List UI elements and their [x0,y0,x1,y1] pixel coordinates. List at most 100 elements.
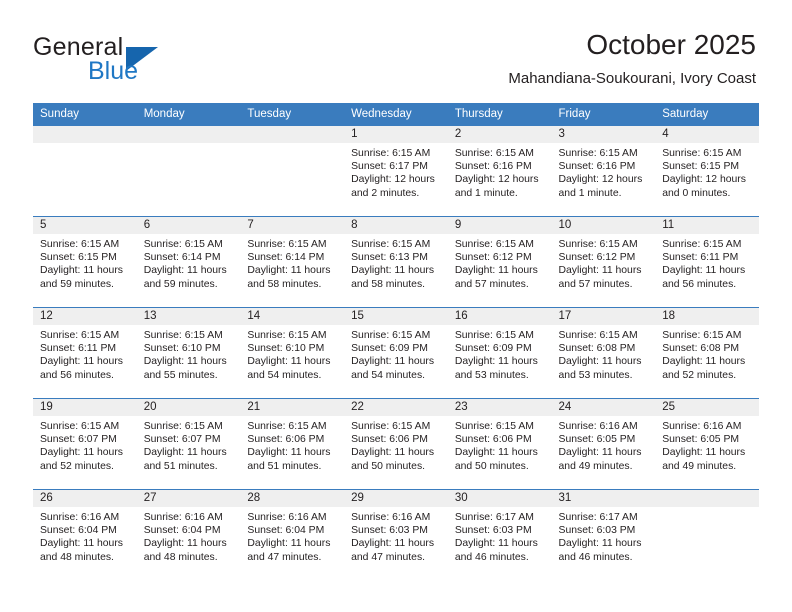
sunrise-text: Sunrise: 6:15 AM [558,148,638,159]
calendar-day-cell[interactable]: 24 Sunrise: 6:16 AM Sunset: 6:05 PM Dayl… [551,398,656,490]
sunrise-text: Sunrise: 6:15 AM [351,421,431,432]
title-block: October 2025 Mahandiana-Soukourani, Ivor… [508,28,756,88]
sunset-text: Sunset: 6:16 PM [454,161,532,173]
daybox [33,126,137,216]
calendar-day-cell[interactable]: 13 Sunrise: 6:15 AM Sunset: 6:10 PM Dayl… [136,307,241,399]
daybox: 17 Sunrise: 6:15 AM Sunset: 6:08 PM Dayl… [551,308,656,398]
daylight-text-line2: and 50 minutes. [351,460,426,472]
calendar-day-cell[interactable]: 9 Sunrise: 6:15 AM Sunset: 6:12 PM Dayli… [447,216,552,308]
calendar-day-cell[interactable]: 18 Sunrise: 6:15 AM Sunset: 6:08 PM Dayl… [655,307,759,399]
calendar-day-cell[interactable]: 16 Sunrise: 6:15 AM Sunset: 6:09 PM Dayl… [447,307,552,399]
daylight-text-line1: Daylight: 11 hours [558,538,642,550]
calendar-day-cell[interactable]: 8 Sunrise: 6:15 AM Sunset: 6:13 PM Dayli… [344,216,448,308]
daybox: 2 Sunrise: 6:15 AM Sunset: 6:16 PM Dayli… [447,126,552,216]
calendar-day-cell[interactable]: 10 Sunrise: 6:15 AM Sunset: 6:12 PM Dayl… [551,216,656,308]
daylight-text-line1: Daylight: 11 hours [454,356,538,368]
calendar-day-cell[interactable]: 23 Sunrise: 6:15 AM Sunset: 6:06 PM Dayl… [447,398,552,490]
daylight-text-line1: Daylight: 11 hours [454,265,538,277]
day-details [137,143,241,147]
day-number: 30 [447,490,552,507]
calendar-day-cell[interactable]: 31 Sunrise: 6:17 AM Sunset: 6:03 PM Dayl… [551,489,656,580]
daylight-text-line1: Daylight: 11 hours [351,356,435,368]
calendar-day-cell[interactable]: 27 Sunrise: 6:16 AM Sunset: 6:04 PM Dayl… [136,489,241,580]
calendar-day-cell[interactable]: 4 Sunrise: 6:15 AM Sunset: 6:15 PM Dayli… [655,126,759,217]
calendar-day-cell[interactable]: 29 Sunrise: 6:16 AM Sunset: 6:03 PM Dayl… [344,489,448,580]
sunset-text: Sunset: 6:04 PM [247,525,325,537]
calendar-day-cell[interactable]: 26 Sunrise: 6:16 AM Sunset: 6:04 PM Dayl… [33,489,137,580]
day-number: 19 [33,399,137,416]
daybox: 5 Sunrise: 6:15 AM Sunset: 6:15 PM Dayli… [33,217,137,307]
calendar-day-cell[interactable]: 30 Sunrise: 6:17 AM Sunset: 6:03 PM Dayl… [447,489,552,580]
sunrise-text: Sunrise: 6:15 AM [454,421,534,432]
calendar-day-cell[interactable] [655,489,759,580]
calendar-day-cell[interactable]: 17 Sunrise: 6:15 AM Sunset: 6:08 PM Dayl… [551,307,656,399]
daybox: 29 Sunrise: 6:16 AM Sunset: 6:03 PM Dayl… [344,490,448,580]
day-number: 26 [33,490,137,507]
calendar-week-row: 12 Sunrise: 6:15 AM Sunset: 6:11 PM Dayl… [33,307,759,399]
calendar-day-cell[interactable]: 22 Sunrise: 6:15 AM Sunset: 6:06 PM Dayl… [344,398,448,490]
calendar-day-cell[interactable]: 20 Sunrise: 6:15 AM Sunset: 6:07 PM Dayl… [136,398,241,490]
day-number: 4 [655,126,759,143]
day-details: Sunrise: 6:15 AM Sunset: 6:08 PM Dayligh… [655,325,759,382]
daylight-text-line2: and 57 minutes. [454,278,529,290]
calendar-day-cell[interactable]: 21 Sunrise: 6:15 AM Sunset: 6:06 PM Dayl… [240,398,345,490]
daybox: 31 Sunrise: 6:17 AM Sunset: 6:03 PM Dayl… [551,490,656,580]
calendar-day-cell[interactable]: 5 Sunrise: 6:15 AM Sunset: 6:15 PM Dayli… [33,216,137,308]
sunrise-text: Sunrise: 6:15 AM [40,421,120,432]
daybox: 25 Sunrise: 6:16 AM Sunset: 6:05 PM Dayl… [655,399,759,489]
daybox: 19 Sunrise: 6:15 AM Sunset: 6:07 PM Dayl… [33,399,137,489]
daylight-text-line1: Daylight: 11 hours [558,265,642,277]
weekday-header-friday: Friday [551,103,656,126]
calendar-day-cell[interactable]: 28 Sunrise: 6:16 AM Sunset: 6:04 PM Dayl… [240,489,345,580]
daylight-text-line1: Daylight: 11 hours [351,538,435,550]
weekday-header-wednesday: Wednesday [344,103,448,126]
day-details: Sunrise: 6:15 AM Sunset: 6:08 PM Dayligh… [552,325,656,382]
daylight-text-line2: and 1 minute. [558,187,622,199]
sunset-text: Sunset: 6:11 PM [662,252,739,264]
calendar-day-cell[interactable]: 11 Sunrise: 6:15 AM Sunset: 6:11 PM Dayl… [655,216,759,308]
daylight-text-line2: and 47 minutes. [247,551,322,563]
sunset-text: Sunset: 6:14 PM [143,252,221,264]
day-details: Sunrise: 6:15 AM Sunset: 6:12 PM Dayligh… [552,234,656,291]
calendar-day-cell[interactable]: 14 Sunrise: 6:15 AM Sunset: 6:10 PM Dayl… [240,307,345,399]
daylight-text-line1: Daylight: 12 hours [351,174,435,186]
calendar-day-cell[interactable]: 6 Sunrise: 6:15 AM Sunset: 6:14 PM Dayli… [136,216,241,308]
sunrise-text: Sunrise: 6:15 AM [662,239,742,250]
day-details: Sunrise: 6:15 AM Sunset: 6:09 PM Dayligh… [448,325,552,382]
day-number: 28 [240,490,345,507]
calendar-day-cell[interactable]: 1 Sunrise: 6:15 AM Sunset: 6:17 PM Dayli… [344,126,448,217]
calendar-day-cell[interactable]: 7 Sunrise: 6:15 AM Sunset: 6:14 PM Dayli… [240,216,345,308]
day-details: Sunrise: 6:15 AM Sunset: 6:13 PM Dayligh… [344,234,448,291]
daylight-text-line1: Daylight: 11 hours [351,447,435,459]
calendar-day-cell[interactable] [33,126,137,217]
daybox: 14 Sunrise: 6:15 AM Sunset: 6:10 PM Dayl… [240,308,345,398]
day-number [136,126,241,143]
day-details: Sunrise: 6:15 AM Sunset: 6:12 PM Dayligh… [448,234,552,291]
daylight-text-line2: and 49 minutes. [558,460,633,472]
day-number: 21 [240,399,345,416]
day-number: 24 [551,399,656,416]
sunset-text: Sunset: 6:06 PM [454,434,532,446]
calendar-day-cell[interactable]: 3 Sunrise: 6:15 AM Sunset: 6:16 PM Dayli… [551,126,656,217]
daybox: 1 Sunrise: 6:15 AM Sunset: 6:17 PM Dayli… [344,126,448,216]
day-number: 7 [240,217,345,234]
calendar-day-cell[interactable]: 2 Sunrise: 6:15 AM Sunset: 6:16 PM Dayli… [447,126,552,217]
sunset-text: Sunset: 6:15 PM [662,161,740,173]
calendar-day-cell[interactable]: 15 Sunrise: 6:15 AM Sunset: 6:09 PM Dayl… [344,307,448,399]
calendar-day-cell[interactable]: 12 Sunrise: 6:15 AM Sunset: 6:11 PM Dayl… [33,307,137,399]
daybox: 23 Sunrise: 6:15 AM Sunset: 6:06 PM Dayl… [447,399,552,489]
daylight-text-line2: and 53 minutes. [558,369,633,381]
page-subtitle: Mahandiana-Soukourani, Ivory Coast [508,70,756,87]
general-blue-logo[interactable]: General Blue [33,33,243,85]
sunrise-text: Sunrise: 6:15 AM [143,239,223,250]
calendar-day-cell[interactable] [136,126,241,217]
daylight-text-line2: and 59 minutes. [40,278,114,290]
calendar-day-cell[interactable] [240,126,345,217]
daybox: 26 Sunrise: 6:16 AM Sunset: 6:04 PM Dayl… [33,490,137,580]
daylight-text-line2: and 48 minutes. [143,551,218,563]
weekday-header-sunday: Sunday [33,103,137,126]
calendar-day-cell[interactable]: 25 Sunrise: 6:16 AM Sunset: 6:05 PM Dayl… [655,398,759,490]
day-number: 31 [551,490,656,507]
daybox: 7 Sunrise: 6:15 AM Sunset: 6:14 PM Dayli… [240,217,345,307]
calendar-day-cell[interactable]: 19 Sunrise: 6:15 AM Sunset: 6:07 PM Dayl… [33,398,137,490]
